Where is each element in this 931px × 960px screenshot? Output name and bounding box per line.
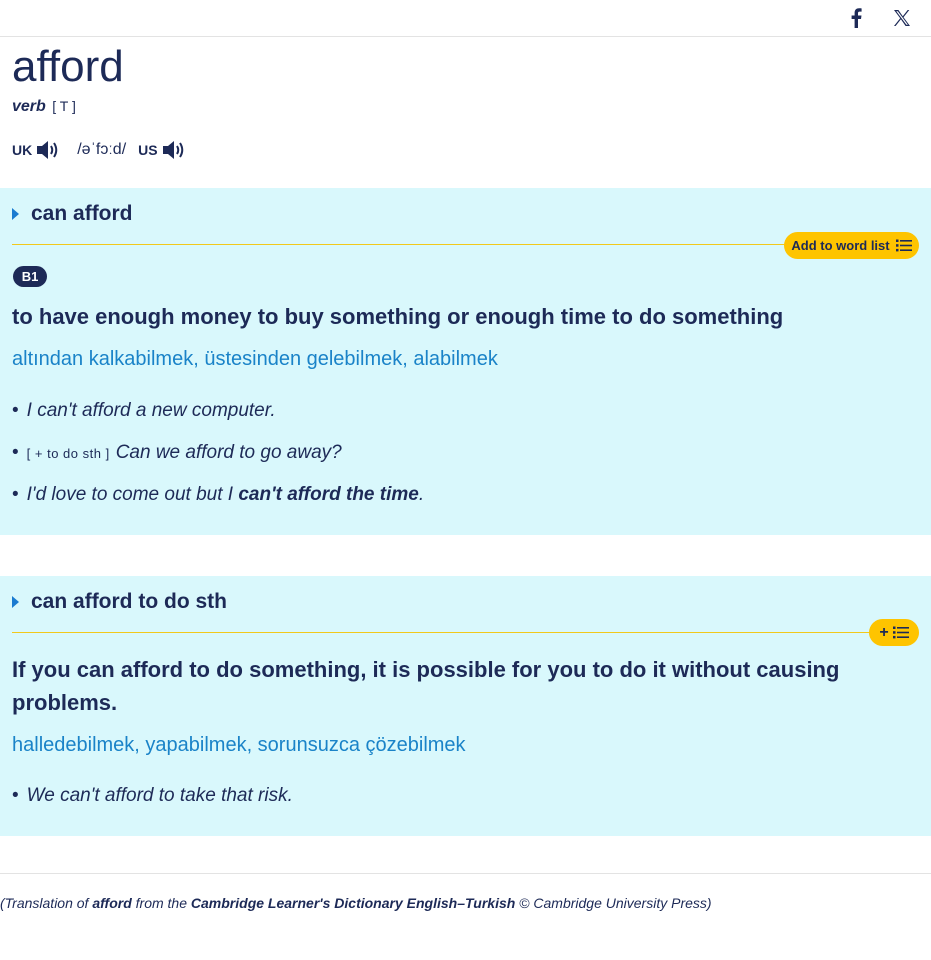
credit-text: from the — [131, 895, 191, 911]
x-share-button[interactable] — [889, 5, 915, 31]
example-text: We can't afford to take that risk. — [26, 785, 293, 806]
credit-word: afford — [92, 895, 132, 911]
add-to-word-list-label: Add to word list — [791, 238, 890, 253]
uk-label: UK — [12, 142, 33, 158]
example-highlight: can't afford the time — [238, 484, 419, 505]
sense-block-can-afford-to-do-sth: can afford to do sth + If you can afford… — [0, 576, 931, 836]
facebook-icon — [851, 8, 862, 28]
part-of-speech: verb — [12, 98, 46, 115]
definition: If you can afford to do something, it is… — [12, 657, 840, 715]
example-text: Can we afford to go away? — [115, 442, 342, 463]
add-to-word-list-button[interactable]: Add to word list — [784, 232, 919, 259]
part-of-speech-line: verb [ T ] — [12, 96, 76, 117]
example-sentence: • [ + to do sth ] Can we afford to go away… — [12, 441, 342, 466]
phrase-title: can afford to do sth — [31, 590, 227, 613]
translation: altından kalkabilmek, üstesinden gelebil… — [12, 348, 498, 370]
headword: afford — [12, 42, 124, 91]
uk-audio-button[interactable] — [36, 139, 60, 161]
divider — [12, 244, 792, 245]
us-audio-button[interactable] — [162, 139, 186, 161]
expand-triangle-icon — [12, 208, 19, 220]
speaker-icon — [37, 141, 58, 159]
grammar-pattern: [ + to do sth ] — [26, 446, 110, 461]
list-icon — [892, 626, 909, 639]
example-text: I can't afford a new computer. — [26, 400, 276, 421]
speaker-icon — [162, 141, 183, 159]
ipa-transcription: /əˈfɔːd/ — [77, 141, 127, 158]
grammar-code: [ T ] — [52, 98, 76, 114]
top-bar — [0, 0, 931, 37]
phrase-header[interactable]: can afford to do sth — [12, 590, 227, 614]
list-icon — [895, 239, 912, 252]
cefr-level-badge: B1 — [13, 266, 47, 287]
add-to-word-list-button[interactable]: + — [869, 619, 919, 646]
credit-dictionary: Cambridge Learner's Dictionary English–T… — [190, 895, 516, 911]
add-plus-label: + — [879, 623, 889, 641]
credit-text: © Cambridge University Press) — [515, 895, 712, 911]
divider — [12, 632, 872, 633]
example-sentence: • I'd love to come out but I can't afford… — [12, 483, 424, 507]
bullet: • — [12, 400, 19, 421]
pronunciation: UK /əˈfɔːd/ US — [12, 137, 186, 163]
example-sentence: • I can't afford a new computer. — [12, 399, 276, 423]
bullet: • — [12, 785, 19, 806]
sense-block-can-afford: can afford Add to word list B1 to have e… — [0, 188, 931, 535]
translation: halledebilmek, yapabilmek, sorunsuzca çö… — [12, 734, 466, 756]
us-label: US — [138, 142, 158, 158]
bullet: • — [12, 442, 19, 463]
example-sentence: • We can't afford to take that risk. — [12, 784, 293, 808]
footer-divider — [0, 873, 931, 874]
x-icon — [894, 10, 910, 26]
expand-triangle-icon — [12, 596, 19, 608]
translation-credit: (Translation of afford from the Cambridg… — [0, 895, 712, 911]
example-text: I'd love to come out but I — [26, 484, 239, 505]
phrase-title: can afford — [31, 202, 133, 225]
credit-text: (Translation of — [0, 895, 93, 911]
bullet: • — [12, 484, 19, 505]
phrase-header[interactable]: can afford — [12, 202, 133, 226]
example-text-end: . — [418, 484, 425, 505]
definition: to have enough money to buy something or… — [12, 304, 784, 329]
facebook-share-button[interactable] — [843, 5, 869, 31]
